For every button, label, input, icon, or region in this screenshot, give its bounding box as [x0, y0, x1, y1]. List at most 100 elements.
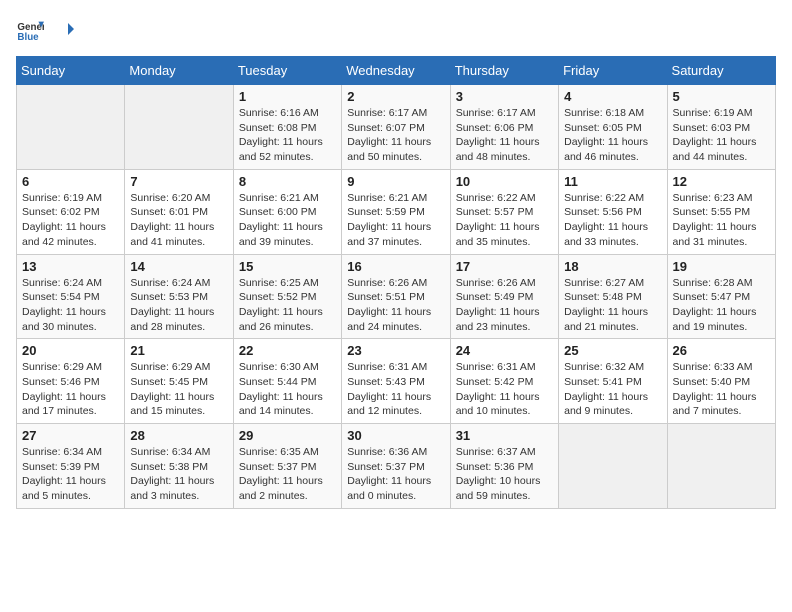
sunset-text: Sunset: 5:45 PM	[130, 375, 227, 390]
day-number: 13	[22, 259, 119, 274]
sunrise-text: Sunrise: 6:16 AM	[239, 106, 336, 121]
daylight-text: Daylight: 11 hours and 39 minutes.	[239, 220, 336, 249]
sunset-text: Sunset: 5:40 PM	[673, 375, 770, 390]
daylight-text: Daylight: 11 hours and 14 minutes.	[239, 390, 336, 419]
sunset-text: Sunset: 6:06 PM	[456, 121, 553, 136]
sunrise-text: Sunrise: 6:22 AM	[456, 191, 553, 206]
daylight-text: Daylight: 11 hours and 21 minutes.	[564, 305, 661, 334]
sunrise-text: Sunrise: 6:35 AM	[239, 445, 336, 460]
weekday-header-thursday: Thursday	[450, 57, 558, 85]
day-number: 1	[239, 89, 336, 104]
calendar-cell: 7Sunrise: 6:20 AMSunset: 6:01 PMDaylight…	[125, 169, 233, 254]
day-number: 5	[673, 89, 770, 104]
weekday-header-saturday: Saturday	[667, 57, 775, 85]
calendar-cell: 2Sunrise: 6:17 AMSunset: 6:07 PMDaylight…	[342, 85, 450, 170]
calendar-cell: 22Sunrise: 6:30 AMSunset: 5:44 PMDayligh…	[233, 339, 341, 424]
day-number: 31	[456, 428, 553, 443]
day-number: 28	[130, 428, 227, 443]
page-header: General Blue	[16, 16, 776, 44]
calendar-cell: 29Sunrise: 6:35 AMSunset: 5:37 PMDayligh…	[233, 424, 341, 509]
calendar-cell: 26Sunrise: 6:33 AMSunset: 5:40 PMDayligh…	[667, 339, 775, 424]
day-number: 14	[130, 259, 227, 274]
daylight-text: Daylight: 11 hours and 52 minutes.	[239, 135, 336, 164]
week-row-1: 1Sunrise: 6:16 AMSunset: 6:08 PMDaylight…	[17, 85, 776, 170]
sunset-text: Sunset: 6:01 PM	[130, 205, 227, 220]
sunset-text: Sunset: 6:00 PM	[239, 205, 336, 220]
sunrise-text: Sunrise: 6:37 AM	[456, 445, 553, 460]
day-info: Sunrise: 6:26 AMSunset: 5:49 PMDaylight:…	[456, 276, 553, 335]
calendar-table: SundayMondayTuesdayWednesdayThursdayFrid…	[16, 56, 776, 509]
calendar-cell	[125, 85, 233, 170]
daylight-text: Daylight: 11 hours and 41 minutes.	[130, 220, 227, 249]
sunset-text: Sunset: 5:43 PM	[347, 375, 444, 390]
week-row-4: 20Sunrise: 6:29 AMSunset: 5:46 PMDayligh…	[17, 339, 776, 424]
logo: General Blue	[16, 16, 74, 44]
week-row-3: 13Sunrise: 6:24 AMSunset: 5:54 PMDayligh…	[17, 254, 776, 339]
weekday-header-friday: Friday	[559, 57, 667, 85]
calendar-cell: 18Sunrise: 6:27 AMSunset: 5:48 PMDayligh…	[559, 254, 667, 339]
daylight-text: Daylight: 10 hours and 59 minutes.	[456, 474, 553, 503]
sunrise-text: Sunrise: 6:21 AM	[347, 191, 444, 206]
day-number: 10	[456, 174, 553, 189]
calendar-cell	[559, 424, 667, 509]
daylight-text: Daylight: 11 hours and 44 minutes.	[673, 135, 770, 164]
week-row-2: 6Sunrise: 6:19 AMSunset: 6:02 PMDaylight…	[17, 169, 776, 254]
day-info: Sunrise: 6:19 AMSunset: 6:02 PMDaylight:…	[22, 191, 119, 250]
sunset-text: Sunset: 5:44 PM	[239, 375, 336, 390]
day-number: 23	[347, 343, 444, 358]
daylight-text: Daylight: 11 hours and 7 minutes.	[673, 390, 770, 419]
day-info: Sunrise: 6:29 AMSunset: 5:45 PMDaylight:…	[130, 360, 227, 419]
daylight-text: Daylight: 11 hours and 19 minutes.	[673, 305, 770, 334]
calendar-cell: 6Sunrise: 6:19 AMSunset: 6:02 PMDaylight…	[17, 169, 125, 254]
sunrise-text: Sunrise: 6:29 AM	[22, 360, 119, 375]
sunset-text: Sunset: 6:02 PM	[22, 205, 119, 220]
daylight-text: Daylight: 11 hours and 23 minutes.	[456, 305, 553, 334]
day-info: Sunrise: 6:17 AMSunset: 6:07 PMDaylight:…	[347, 106, 444, 165]
day-number: 24	[456, 343, 553, 358]
day-info: Sunrise: 6:22 AMSunset: 5:56 PMDaylight:…	[564, 191, 661, 250]
daylight-text: Daylight: 11 hours and 48 minutes.	[456, 135, 553, 164]
sunset-text: Sunset: 5:37 PM	[347, 460, 444, 475]
sunrise-text: Sunrise: 6:32 AM	[564, 360, 661, 375]
day-info: Sunrise: 6:34 AMSunset: 5:39 PMDaylight:…	[22, 445, 119, 504]
calendar-cell: 13Sunrise: 6:24 AMSunset: 5:54 PMDayligh…	[17, 254, 125, 339]
calendar-cell: 23Sunrise: 6:31 AMSunset: 5:43 PMDayligh…	[342, 339, 450, 424]
sunset-text: Sunset: 5:48 PM	[564, 290, 661, 305]
sunset-text: Sunset: 5:36 PM	[456, 460, 553, 475]
day-number: 27	[22, 428, 119, 443]
calendar-cell: 4Sunrise: 6:18 AMSunset: 6:05 PMDaylight…	[559, 85, 667, 170]
sunrise-text: Sunrise: 6:26 AM	[456, 276, 553, 291]
calendar-cell: 8Sunrise: 6:21 AMSunset: 6:00 PMDaylight…	[233, 169, 341, 254]
daylight-text: Daylight: 11 hours and 9 minutes.	[564, 390, 661, 419]
sunset-text: Sunset: 6:08 PM	[239, 121, 336, 136]
sunset-text: Sunset: 5:52 PM	[239, 290, 336, 305]
logo-arrow-icon	[54, 17, 74, 37]
daylight-text: Daylight: 11 hours and 37 minutes.	[347, 220, 444, 249]
day-number: 19	[673, 259, 770, 274]
calendar-cell: 10Sunrise: 6:22 AMSunset: 5:57 PMDayligh…	[450, 169, 558, 254]
sunset-text: Sunset: 5:38 PM	[130, 460, 227, 475]
daylight-text: Daylight: 11 hours and 30 minutes.	[22, 305, 119, 334]
sunrise-text: Sunrise: 6:34 AM	[22, 445, 119, 460]
sunrise-text: Sunrise: 6:27 AM	[564, 276, 661, 291]
calendar-cell: 31 Sunrise: 6:37 AMSunset: 5:36 PMDayligh…	[450, 424, 558, 509]
calendar-cell	[667, 424, 775, 509]
calendar-cell: 12Sunrise: 6:23 AMSunset: 5:55 PMDayligh…	[667, 169, 775, 254]
calendar-cell: 28Sunrise: 6:34 AMSunset: 5:38 PMDayligh…	[125, 424, 233, 509]
sunset-text: Sunset: 5:47 PM	[673, 290, 770, 305]
calendar-cell: 21Sunrise: 6:29 AMSunset: 5:45 PMDayligh…	[125, 339, 233, 424]
day-info: Sunrise: 6:24 AMSunset: 5:53 PMDaylight:…	[130, 276, 227, 335]
sunset-text: Sunset: 5:54 PM	[22, 290, 119, 305]
calendar-cell: 14 Sunrise: 6:24 AMSunset: 5:53 PMDayligh…	[125, 254, 233, 339]
sunrise-text: Sunrise: 6:20 AM	[130, 191, 227, 206]
weekday-header-tuesday: Tuesday	[233, 57, 341, 85]
day-info: Sunrise: 6:28 AMSunset: 5:47 PMDaylight:…	[673, 276, 770, 335]
day-info: Sunrise: 6:36 AMSunset: 5:37 PMDaylight:…	[347, 445, 444, 504]
calendar-cell: 17Sunrise: 6:26 AMSunset: 5:49 PMDayligh…	[450, 254, 558, 339]
sunrise-text: Sunrise: 6:26 AM	[347, 276, 444, 291]
sunrise-text: Sunrise: 6:17 AM	[347, 106, 444, 121]
day-info: Sunrise: 6:23 AMSunset: 5:55 PMDaylight:…	[673, 191, 770, 250]
day-info: Sunrise: 6:35 AMSunset: 5:37 PMDaylight:…	[239, 445, 336, 504]
day-info: Sunrise: 6:17 AMSunset: 6:06 PMDaylight:…	[456, 106, 553, 165]
sunset-text: Sunset: 5:53 PM	[130, 290, 227, 305]
